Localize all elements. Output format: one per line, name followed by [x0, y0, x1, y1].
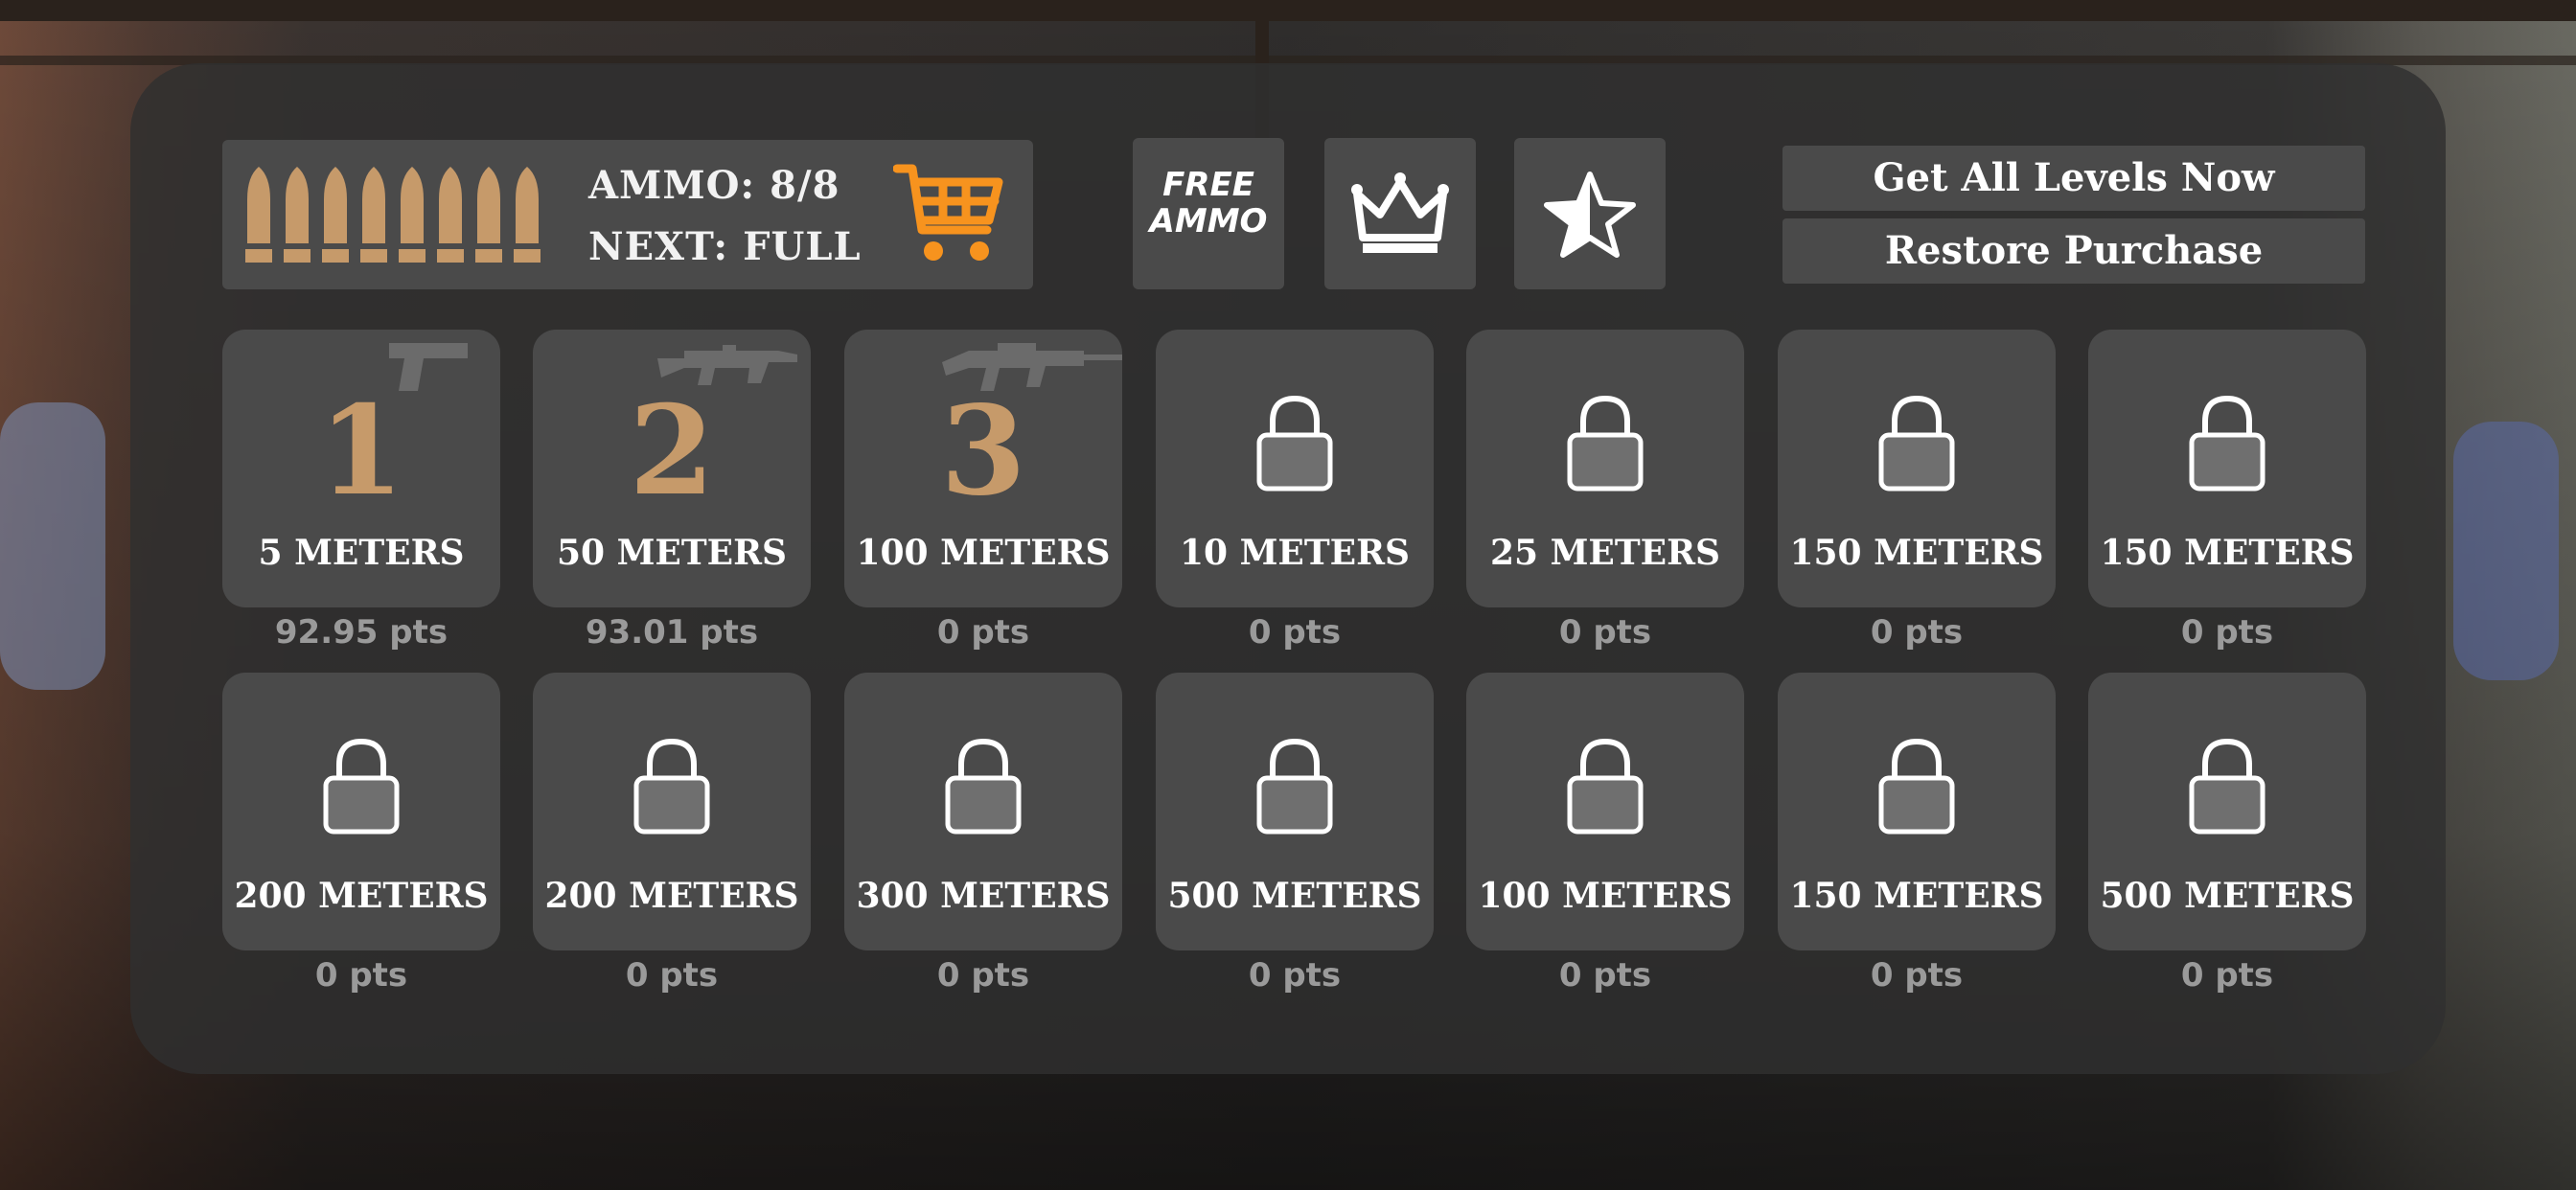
lock-icon	[1256, 738, 1333, 835]
level-distance: 200 METERS	[544, 876, 799, 916]
lock-icon	[1878, 395, 1955, 492]
shop-cart-icon[interactable]	[893, 161, 1004, 268]
roof-beam	[0, 0, 2576, 21]
level-tile-12[interactable]: 100 METERS	[1466, 673, 1744, 950]
graffiti-left	[0, 402, 105, 690]
ammo-count: AMMO: 8/8	[588, 163, 840, 208]
lock-icon	[1567, 738, 1644, 835]
bullet-icon	[437, 167, 464, 263]
level-points: 0 pts	[936, 956, 1030, 995]
level-distance: 25 METERS	[1489, 533, 1721, 573]
level-points: 0 pts	[625, 956, 719, 995]
bullet-icon	[284, 167, 310, 263]
level-points: 93.01 pts	[585, 613, 759, 652]
bullet-icon	[475, 167, 502, 263]
level-tile-9[interactable]: 200 METERS	[533, 673, 811, 950]
level-tile-3[interactable]: 3 100 METERS	[844, 330, 1122, 607]
level-points: 0 pts	[1558, 956, 1652, 995]
level-points: 0 pts	[2180, 956, 2274, 995]
vip-button[interactable]	[1324, 138, 1476, 289]
level-distance: 100 METERS	[856, 533, 1111, 573]
ammo-status-box: AMMO: 8/8 NEXT: FULL	[222, 140, 1033, 289]
get-all-levels-button[interactable]: Get All Levels Now	[1782, 146, 2365, 211]
level-points: 92.95 pts	[274, 613, 448, 652]
level-distance: 200 METERS	[234, 876, 489, 916]
bullet-icon	[399, 167, 426, 263]
level-distance: 100 METERS	[1478, 876, 1733, 916]
level-tile-8[interactable]: 200 METERS	[222, 673, 500, 950]
level-tile-10[interactable]: 300 METERS	[844, 673, 1122, 950]
bullet-indicators	[245, 167, 540, 263]
level-tile-5[interactable]: 25 METERS	[1466, 330, 1744, 607]
lock-icon	[945, 738, 1022, 835]
lock-icon	[2189, 738, 2266, 835]
graffiti-right	[2453, 422, 2559, 680]
level-number: 3	[940, 379, 1026, 523]
level-points: 0 pts	[314, 956, 408, 995]
rate-button[interactable]	[1514, 138, 1666, 289]
level-points: 0 pts	[1248, 956, 1342, 995]
level-points: 0 pts	[1870, 613, 1964, 652]
level-distance: 150 METERS	[1789, 533, 2044, 573]
level-distance: 300 METERS	[856, 876, 1111, 916]
level-tile-13[interactable]: 150 METERS	[1778, 673, 2056, 950]
level-points: 0 pts	[2180, 613, 2274, 652]
level-number: 2	[629, 379, 715, 523]
level-tile-7[interactable]: 150 METERS	[2088, 330, 2366, 607]
lock-icon	[633, 738, 710, 835]
level-tile-6[interactable]: 150 METERS	[1778, 330, 2056, 607]
free-ammo-button[interactable]: FREE AMMO	[1133, 138, 1284, 289]
lock-icon	[1567, 395, 1644, 492]
level-distance: 150 METERS	[1789, 876, 2044, 916]
level-distance: 150 METERS	[2100, 533, 2355, 573]
lock-icon	[1878, 738, 1955, 835]
bullet-icon	[322, 167, 349, 263]
level-number: 1	[318, 379, 404, 523]
free-ammo-line1: FREE	[1162, 166, 1254, 204]
bullet-icon	[360, 167, 387, 263]
level-points: 0 pts	[936, 613, 1030, 652]
free-ammo-line2: AMMO	[1149, 202, 1268, 240]
restore-purchase-button[interactable]: Restore Purchase	[1782, 218, 2365, 284]
level-points: 0 pts	[1558, 613, 1652, 652]
level-points: 0 pts	[1870, 956, 1964, 995]
level-distance: 500 METERS	[1167, 876, 1422, 916]
level-tile-11[interactable]: 500 METERS	[1156, 673, 1434, 950]
crown-icon	[1351, 172, 1449, 253]
level-tile-1[interactable]: 1 5 METERS	[222, 330, 500, 607]
lock-icon	[2189, 395, 2266, 492]
level-distance: 50 METERS	[556, 533, 788, 573]
lock-icon	[1256, 395, 1333, 492]
level-distance: 10 METERS	[1179, 533, 1411, 573]
level-distance: 500 METERS	[2100, 876, 2355, 916]
bullet-icon	[245, 167, 272, 263]
level-tile-4[interactable]: 10 METERS	[1156, 330, 1434, 607]
level-points: 0 pts	[1248, 613, 1342, 652]
level-distance: 5 METERS	[258, 533, 465, 573]
next-refill: NEXT: FULL	[588, 224, 862, 269]
free-ammo-label: FREE AMMO	[1133, 167, 1284, 240]
half-star-icon	[1544, 172, 1636, 258]
bullet-icon	[514, 167, 540, 263]
level-tile-14[interactable]: 500 METERS	[2088, 673, 2366, 950]
level-tile-2[interactable]: 2 50 METERS	[533, 330, 811, 607]
lock-icon	[323, 738, 400, 835]
